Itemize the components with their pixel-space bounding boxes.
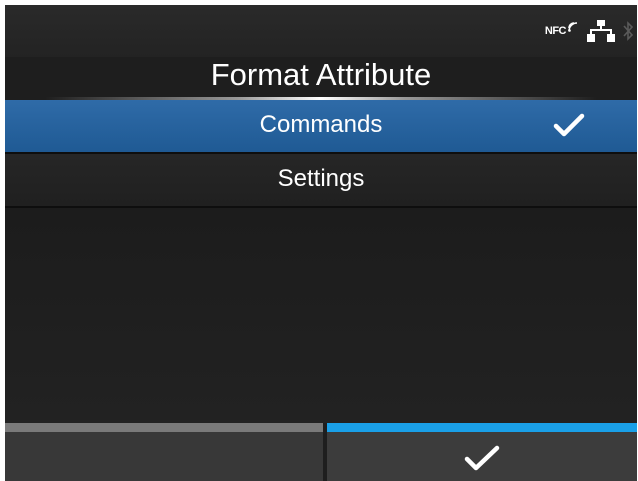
menu-item-label: Commands bbox=[259, 111, 383, 138]
network-icon bbox=[587, 20, 615, 42]
check-icon bbox=[553, 113, 585, 137]
status-bar: NFC bbox=[5, 5, 637, 57]
softkey-bar bbox=[5, 423, 637, 481]
printer-screen: NFC Format Attribute Commands Settings bbox=[5, 5, 637, 481]
page-title: Format Attribute bbox=[210, 57, 432, 92]
softkey-left[interactable] bbox=[5, 423, 323, 481]
menu-item-commands[interactable]: Commands bbox=[5, 100, 637, 154]
status-icons: NFC bbox=[545, 19, 633, 43]
empty-list-area bbox=[5, 208, 637, 423]
menu-item-settings[interactable]: Settings bbox=[5, 154, 637, 208]
nfc-icon: NFC bbox=[544, 22, 579, 37]
nfc-label: NFC bbox=[544, 25, 567, 37]
menu-item-label: Settings bbox=[277, 165, 365, 192]
softkey-confirm-button[interactable] bbox=[327, 423, 637, 481]
menu-list: Commands Settings bbox=[5, 100, 637, 208]
check-icon bbox=[464, 445, 500, 471]
bluetooth-icon bbox=[623, 21, 633, 41]
